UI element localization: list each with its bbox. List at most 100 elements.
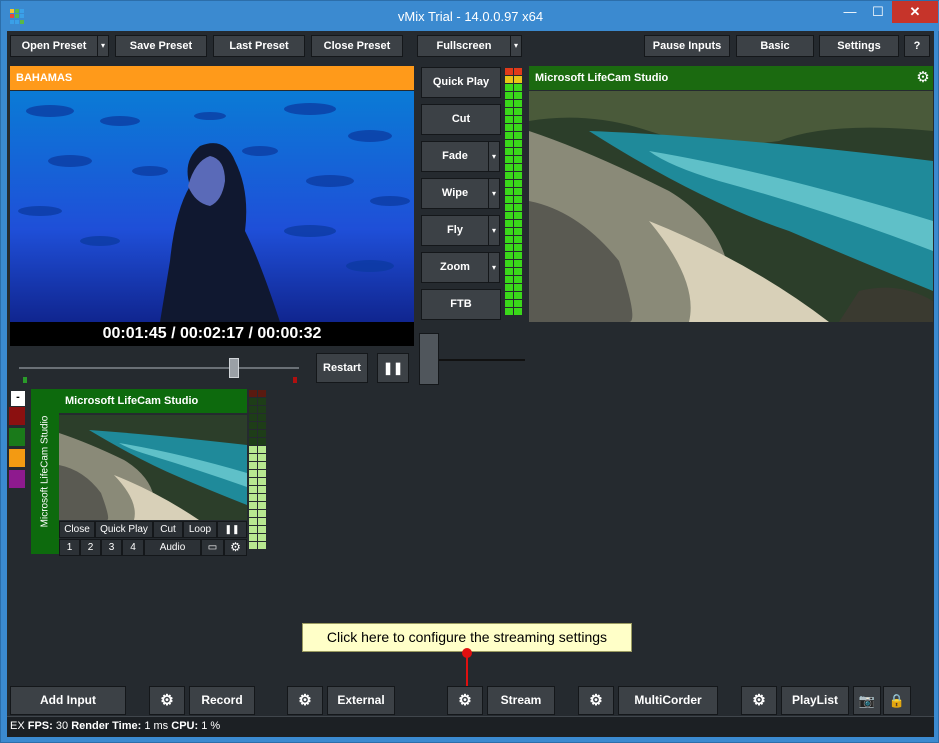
t-bar-handle[interactable]	[419, 333, 439, 385]
stream-button[interactable]: Stream	[487, 686, 555, 715]
meter-cell	[249, 390, 257, 397]
meter-cell	[514, 300, 522, 307]
input-thumbnail-frame	[59, 415, 247, 520]
input-monitor-icon[interactable]: ▭	[201, 539, 224, 556]
meter-cell	[505, 308, 513, 315]
meter-cell	[249, 510, 257, 517]
open-preset-dropdown[interactable]: ▾	[97, 35, 109, 57]
save-preset-button[interactable]: Save Preset	[115, 35, 207, 57]
input-loop-button[interactable]: Loop	[183, 521, 217, 538]
meter-cell	[505, 156, 513, 163]
wipe-button[interactable]: Wipe	[421, 178, 489, 209]
meter-cell	[514, 164, 522, 171]
record-button[interactable]: Record	[189, 686, 255, 715]
playlist-button[interactable]: PlayList	[781, 686, 849, 715]
meter-cell	[249, 454, 257, 461]
meter-cell	[505, 140, 513, 147]
last-preset-button[interactable]: Last Preset	[213, 35, 305, 57]
wipe-dropdown[interactable]: ▾	[488, 178, 500, 209]
input-thumbnail[interactable]	[59, 415, 247, 520]
meter-cell	[249, 502, 257, 509]
meter-channel	[249, 390, 257, 550]
collapse-tab[interactable]: -	[11, 391, 25, 406]
fullscreen-button[interactable]: Fullscreen	[417, 35, 511, 57]
input-cut-button[interactable]: Cut	[153, 521, 183, 538]
close-preset-button[interactable]: Close Preset	[311, 35, 403, 57]
input-side-label[interactable]: Microsoft LifeCam Studio	[31, 389, 59, 554]
output-video[interactable]	[529, 91, 933, 322]
meter-cell	[514, 148, 522, 155]
close-window-button[interactable]: ✕	[892, 1, 938, 23]
ftb-button[interactable]: FTB	[421, 289, 501, 320]
basic-button[interactable]: Basic	[736, 35, 814, 57]
input-overlay-3-button[interactable]: 3	[101, 539, 122, 556]
meter-cell	[258, 534, 266, 541]
input-audio-meter	[249, 390, 266, 555]
meter-cell	[514, 68, 522, 75]
preview-video[interactable]	[10, 91, 414, 322]
color-tab[interactable]	[9, 407, 25, 425]
zoom-button[interactable]: Zoom	[421, 252, 489, 283]
lock-icon[interactable]: 🔒	[883, 686, 911, 715]
restart-button[interactable]: Restart	[316, 353, 368, 383]
input-settings-gear-icon[interactable]: ⚙	[224, 539, 247, 556]
meter-cell	[505, 292, 513, 299]
input-overlay-1-button[interactable]: 1	[59, 539, 80, 556]
color-tab[interactable]	[9, 428, 25, 446]
input-overlay-4-button[interactable]: 4	[122, 539, 144, 556]
fly-dropdown[interactable]: ▾	[488, 215, 500, 246]
meter-cell	[258, 470, 266, 477]
quick-play-button[interactable]: Quick Play	[421, 67, 501, 98]
meter-cell	[505, 300, 513, 307]
meter-cell	[258, 486, 266, 493]
zoom-dropdown[interactable]: ▾	[488, 252, 500, 283]
meter-cell	[505, 100, 513, 107]
external-button[interactable]: External	[327, 686, 395, 715]
fullscreen-dropdown[interactable]: ▾	[510, 35, 522, 57]
fade-button[interactable]: Fade	[421, 141, 489, 172]
status-bar: EX FPS: 30 Render Time: 1 ms CPU: 1 %	[7, 716, 934, 737]
meter-cell	[505, 244, 513, 251]
seek-bar[interactable]	[19, 353, 299, 383]
meter-cell	[514, 292, 522, 299]
maximize-button[interactable]: ☐	[864, 1, 892, 23]
fly-button[interactable]: Fly	[421, 215, 489, 246]
meter-cell	[505, 124, 513, 131]
input-quick-play-button[interactable]: Quick Play	[95, 521, 153, 538]
pause-inputs-button[interactable]: Pause Inputs	[644, 35, 730, 57]
output-settings-gear-icon[interactable]: ⚙	[913, 67, 933, 89]
meter-cell	[249, 462, 257, 469]
input-audio-button[interactable]: Audio	[144, 539, 201, 556]
multicorder-button[interactable]: MultiCorder	[618, 686, 718, 715]
external-settings-gear-icon[interactable]: ⚙	[287, 686, 323, 715]
seek-handle[interactable]	[229, 358, 239, 378]
add-input-button[interactable]: Add Input	[10, 686, 126, 715]
pause-button[interactable]: ❚❚	[377, 353, 409, 383]
settings-button[interactable]: Settings	[819, 35, 899, 57]
meter-cell	[514, 228, 522, 235]
open-preset-button[interactable]: Open Preset	[10, 35, 98, 57]
meter-cell	[514, 140, 522, 147]
minimize-button[interactable]: —	[836, 1, 864, 23]
meter-cell	[514, 260, 522, 267]
playlist-settings-gear-icon[interactable]: ⚙	[741, 686, 777, 715]
meter-cell	[249, 446, 257, 453]
input-overlay-2-button[interactable]: 2	[80, 539, 101, 556]
multicorder-settings-gear-icon[interactable]: ⚙	[578, 686, 614, 715]
meter-cell	[514, 276, 522, 283]
stream-settings-gear-icon[interactable]: ⚙	[447, 686, 483, 715]
help-button[interactable]: ?	[904, 35, 930, 57]
input-pause-button[interactable]: ❚❚	[217, 521, 247, 538]
cut-button[interactable]: Cut	[421, 104, 501, 135]
fade-dropdown[interactable]: ▾	[488, 141, 500, 172]
color-tab[interactable]	[9, 449, 25, 467]
meter-cell	[505, 188, 513, 195]
meter-cell	[505, 196, 513, 203]
record-settings-gear-icon[interactable]: ⚙	[149, 686, 185, 715]
meter-cell	[505, 284, 513, 291]
meter-cell	[505, 204, 513, 211]
input-close-button[interactable]: Close	[59, 521, 95, 538]
snapshot-camera-icon[interactable]: 📷	[853, 686, 881, 715]
color-tab[interactable]	[9, 470, 25, 488]
meter-cell	[505, 228, 513, 235]
